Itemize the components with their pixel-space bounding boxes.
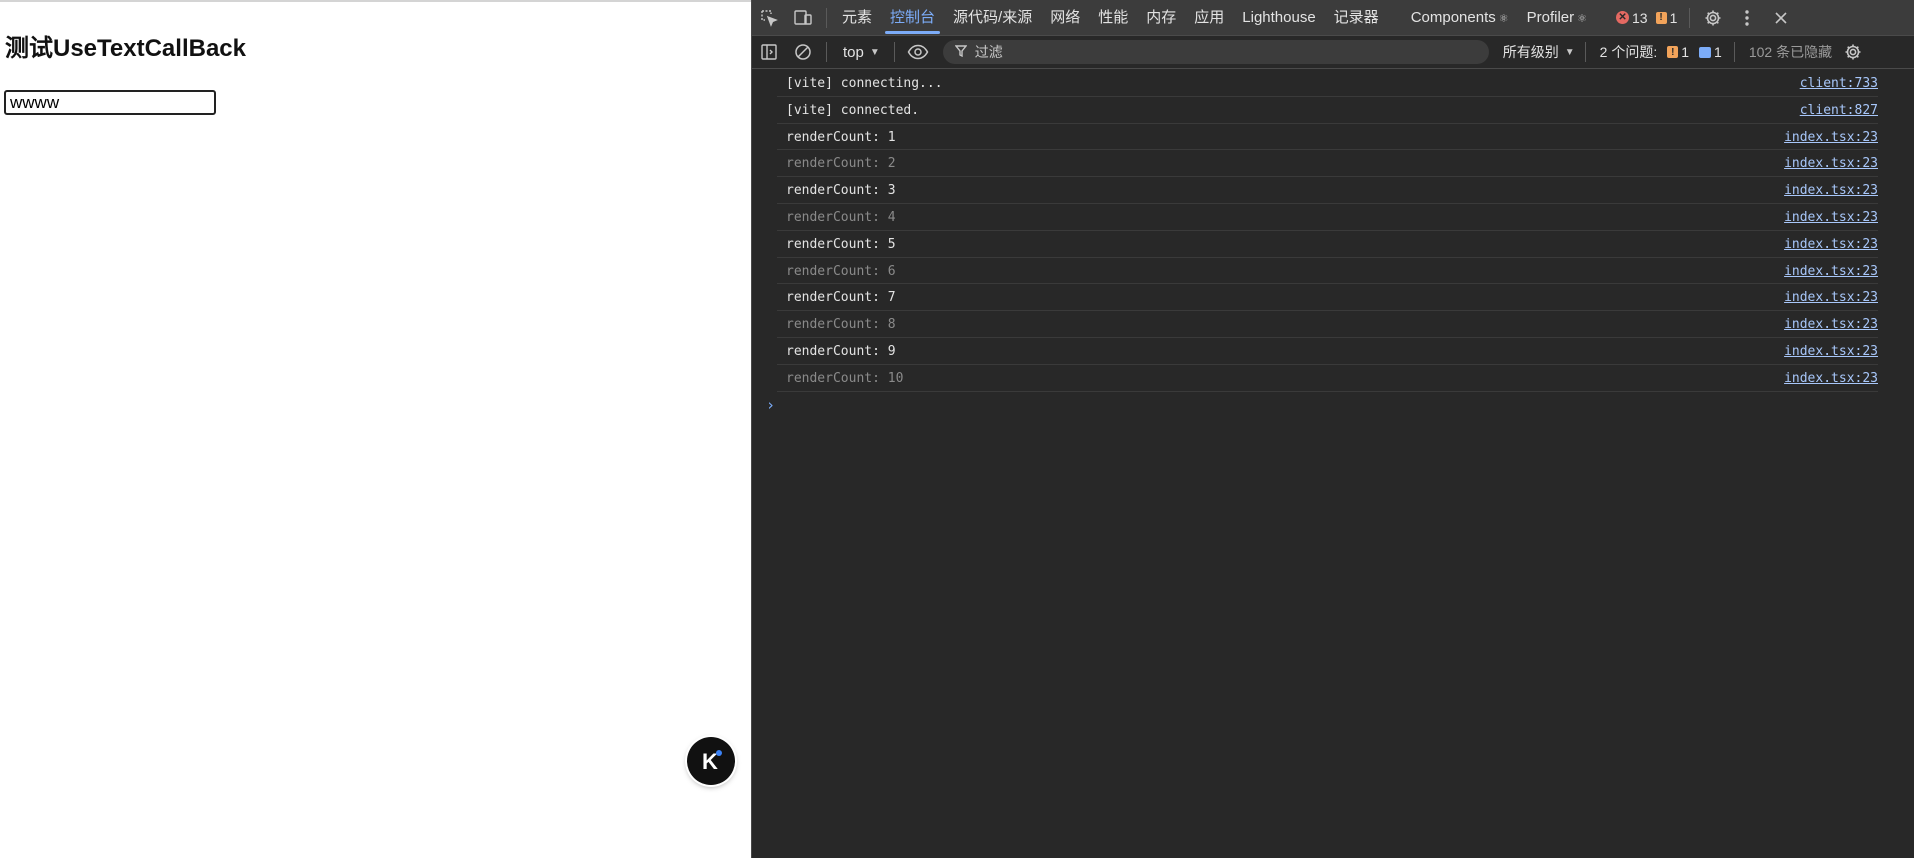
log-message: renderCount: 9	[786, 343, 896, 359]
k-logo-icon: K	[702, 749, 722, 774]
console-log-row: renderCount: 9 index.tsx:23	[777, 338, 1878, 365]
tab-components[interactable]: Components ⚛	[1402, 0, 1518, 36]
tab-console[interactable]: 控制台	[881, 0, 944, 36]
log-source-link[interactable]: index.tsx:23	[1784, 344, 1878, 359]
warning-counter[interactable]: ! 1	[1655, 10, 1677, 26]
tab-performance[interactable]: 性能	[1089, 0, 1137, 36]
log-source-link[interactable]: index.tsx:23	[1784, 317, 1878, 332]
more-vertical-icon[interactable]	[1730, 0, 1764, 36]
tab-elements[interactable]: 元素	[833, 0, 881, 36]
tab-memory[interactable]: 内存	[1137, 0, 1185, 36]
console-log-row: [vite] connecting... client:733	[777, 70, 1878, 97]
warning-icon: !	[1655, 11, 1667, 24]
console-log-row: [vite] connected. client:827	[777, 97, 1878, 124]
log-message: [vite] connecting...	[786, 76, 943, 91]
separator	[893, 42, 895, 62]
separator	[1584, 42, 1586, 62]
gear-icon[interactable]	[1696, 0, 1730, 36]
tab-recorder[interactable]: 记录器	[1325, 0, 1388, 36]
tab-network[interactable]: 网络	[1041, 0, 1089, 36]
log-message: [vite] connected.	[786, 102, 920, 118]
sidebar-toggle-icon[interactable]	[752, 36, 786, 69]
tab-sources[interactable]: 源代码/来源	[944, 0, 1041, 36]
caret-down-icon: ▼	[1564, 46, 1575, 58]
devtools-panel: 元素 控制台 源代码/来源 网络 性能 内存 应用 Lighthouse 记录器…	[751, 0, 1914, 858]
filter-input[interactable]: 过滤	[942, 40, 1489, 64]
log-source-link[interactable]: index.tsx:23	[1784, 183, 1878, 198]
console-output: [vite] connecting... client:733 [vite] con…	[752, 70, 1914, 858]
console-log-row: renderCount: 4 index.tsx:23	[777, 204, 1878, 231]
hidden-count: 102 条已隐藏	[1748, 44, 1833, 60]
console-toolbar: top ▼ 过滤 所有级别 ▼ 2 个问题: ! 1 1 102 条已隐藏	[752, 36, 1914, 69]
log-levels-dropdown[interactable]: 所有级别 ▼	[1503, 42, 1575, 62]
log-message: renderCount: 7	[786, 290, 896, 306]
react-icon: ⚛	[1498, 12, 1509, 25]
console-log-row: renderCount: 2 index.tsx:23	[777, 150, 1878, 178]
separator	[1689, 7, 1691, 28]
console-log-row: renderCount: 10 index.tsx:23	[777, 365, 1878, 392]
tab-profiler[interactable]: Profiler ⚛	[1518, 0, 1596, 36]
log-message: renderCount: 5	[786, 236, 896, 252]
log-message: renderCount: 8	[786, 317, 896, 333]
console-log-row: renderCount: 3 index.tsx:23	[777, 177, 1878, 204]
log-message: renderCount: 3	[786, 183, 896, 199]
console-log-row: renderCount: 8 index.tsx:23	[777, 311, 1878, 338]
device-toolbar-icon[interactable]	[786, 0, 820, 36]
log-source-link[interactable]: index.tsx:23	[1784, 371, 1878, 386]
log-message: renderCount: 4	[786, 209, 896, 225]
info-message-icon	[1699, 46, 1712, 58]
devtools-tabbar: 元素 控制台 源代码/来源 网络 性能 内存 应用 Lighthouse 记录器…	[752, 0, 1914, 36]
log-source-link[interactable]: client:733	[1800, 76, 1878, 91]
context-selector[interactable]: top ▼	[833, 44, 888, 61]
gear-icon[interactable]	[1836, 36, 1870, 69]
log-message: renderCount: 10	[786, 370, 904, 386]
console-prompt[interactable]: ›	[766, 396, 775, 414]
log-source-link[interactable]: index.tsx:23	[1784, 290, 1878, 305]
close-icon[interactable]	[1764, 0, 1798, 36]
log-source-link[interactable]: client:827	[1800, 103, 1878, 118]
log-source-link[interactable]: index.tsx:23	[1784, 237, 1878, 252]
filter-icon	[954, 44, 968, 60]
console-log-list: [vite] connecting... client:733 [vite] con…	[752, 70, 1914, 392]
log-source-link[interactable]: index.tsx:23	[1784, 156, 1878, 171]
console-log-row: renderCount: 6 index.tsx:23	[777, 258, 1878, 285]
log-source-link[interactable]: index.tsx:23	[1784, 130, 1878, 145]
separator	[826, 42, 827, 62]
console-log-row: renderCount: 1 index.tsx:23	[777, 124, 1878, 151]
log-source-link[interactable]: index.tsx:23	[1784, 210, 1878, 225]
separator	[1733, 42, 1735, 62]
clear-console-icon[interactable]	[786, 36, 820, 69]
warning-icon: !	[1667, 46, 1679, 58]
floating-k-badge[interactable]: K	[687, 737, 735, 785]
react-icon: ⚛	[1577, 12, 1588, 25]
tab-lighthouse[interactable]: Lighthouse	[1233, 0, 1324, 36]
error-icon: ✕	[1616, 11, 1630, 24]
eye-icon[interactable]	[901, 36, 935, 69]
console-log-row: renderCount: 5 index.tsx:23	[777, 231, 1878, 258]
log-message: renderCount: 1	[786, 129, 896, 145]
badge-letter: K	[702, 749, 718, 774]
log-message: renderCount: 6	[786, 263, 896, 279]
inspect-element-icon[interactable]	[752, 0, 786, 36]
page-viewport: 测试UseTextCallBack K	[0, 0, 751, 858]
caret-down-icon: ▼	[869, 46, 880, 58]
tab-application[interactable]: 应用	[1185, 0, 1233, 36]
page-title: 测试UseTextCallBack	[5, 35, 246, 62]
log-source-link[interactable]: index.tsx:23	[1784, 264, 1878, 279]
console-log-row: renderCount: 7 index.tsx:23	[777, 284, 1878, 312]
text-input[interactable]	[4, 90, 216, 115]
filter-placeholder: 过滤	[974, 44, 1003, 60]
error-counter[interactable]: ✕ 13	[1616, 10, 1648, 26]
separator	[826, 7, 827, 28]
issues-button[interactable]: 2 个问题: ! 1 1	[1600, 42, 1722, 62]
log-message: renderCount: 2	[786, 156, 896, 172]
